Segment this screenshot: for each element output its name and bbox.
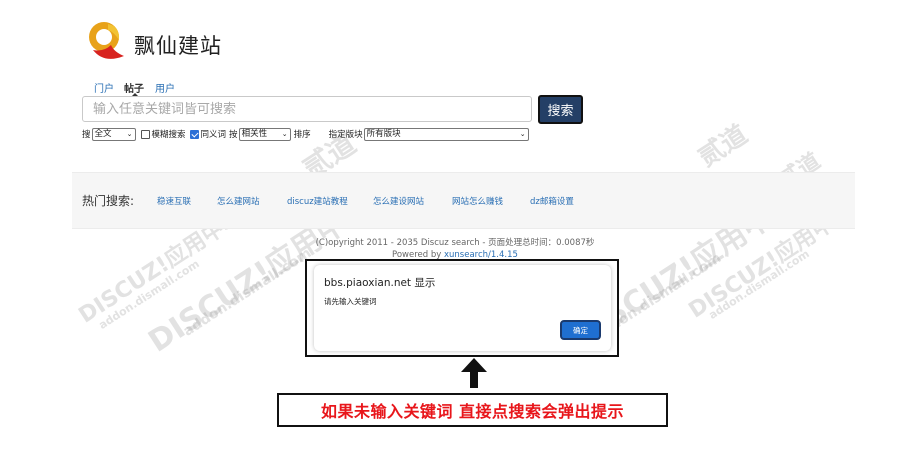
board-select[interactable]: 所有版块 ⌄ xyxy=(363,127,529,141)
synonym-checkbox[interactable] xyxy=(189,129,199,139)
ok-button[interactable]: 确定 xyxy=(560,320,601,340)
annotation-note: 如果未输入关键词 直接点搜索会弹出提示 xyxy=(320,402,625,421)
search-options: 搜 全文 ⌄ 模糊搜索 同义词 按 相关性 ⌄ 排序 指定版块 所有版块 ⌄ xyxy=(82,126,532,142)
watermark: 贰道 xyxy=(693,119,754,174)
brand-name: 飘仙建站 xyxy=(134,34,222,58)
hot-search-link[interactable]: dz邮箱设置 xyxy=(530,195,574,207)
search-input[interactable] xyxy=(82,96,532,122)
dialog-title: bbs.piaoxian.net 显示 xyxy=(324,277,436,289)
up-arrow-icon xyxy=(461,358,487,388)
chevron-down-icon: ⌄ xyxy=(126,129,133,138)
scope-select[interactable]: 全文 ⌄ xyxy=(91,127,136,141)
copyright-text: (C)opyright 2011 - 2035 Discuz search - … xyxy=(315,238,595,248)
fuzzy-label: 模糊搜索 xyxy=(151,130,186,140)
tab-users[interactable]: 用户 xyxy=(155,80,175,95)
sort-label: 排序 xyxy=(293,130,311,140)
chevron-down-icon: ⌄ xyxy=(519,129,526,138)
logo-icon xyxy=(89,22,124,59)
sort-by-label: 按 xyxy=(229,130,238,140)
hot-search-label: 热门搜索: xyxy=(82,194,135,208)
hot-search-link[interactable]: 网站怎么赚钱 xyxy=(452,195,503,207)
hot-search-link[interactable]: 怎么建网站 xyxy=(217,195,260,207)
hot-search-link[interactable]: 稳速互联 xyxy=(157,195,191,207)
watermark: addon.dismall.com xyxy=(96,257,202,332)
dialog-message: 请先输入关键词 xyxy=(324,297,377,306)
sort-select[interactable]: 相关性 ⌄ xyxy=(238,127,291,141)
search-scope-label: 搜 xyxy=(82,130,91,140)
board-label: 指定版块 xyxy=(328,130,363,140)
fuzzy-checkbox[interactable] xyxy=(140,129,150,139)
tab-portal[interactable]: 门户 xyxy=(94,80,114,95)
synonym-label: 同义词 xyxy=(200,130,227,140)
chevron-down-icon: ⌄ xyxy=(281,129,288,138)
hot-search-link[interactable]: discuz建站教程 xyxy=(287,195,348,207)
search-button[interactable]: 搜索 xyxy=(538,95,583,124)
hot-search-link[interactable]: 怎么建设网站 xyxy=(373,195,424,207)
